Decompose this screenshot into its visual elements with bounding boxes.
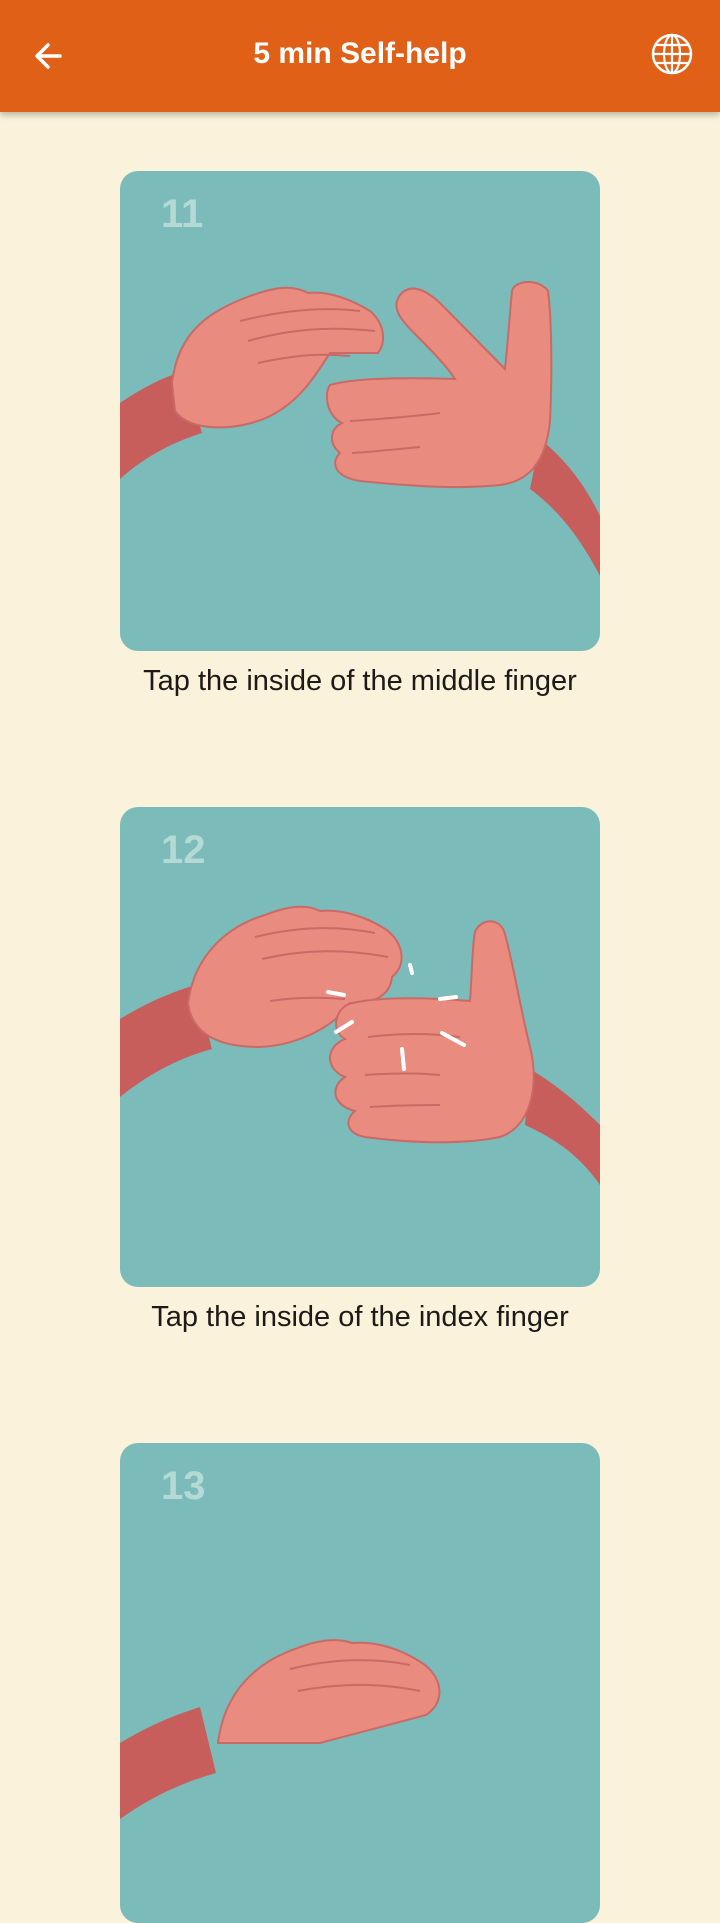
step-illustration: 12 — [120, 807, 600, 1287]
page-title: 5 min Self-help — [253, 37, 467, 70]
step-caption: Tap the inside of the middle finger — [143, 665, 577, 697]
top-app-bar: 5 min Self-help — [0, 0, 720, 112]
step-illustration: 11 — [120, 171, 600, 651]
step-illustration: 13 — [120, 1443, 600, 1923]
step-number: 12 — [161, 828, 206, 872]
tapping-hands-illustration — [120, 905, 600, 1185]
tapping-hands-illustration — [120, 281, 600, 576]
step-item: 12 Tap the inside of the index finger — [120, 807, 600, 1333]
step-item: 13 — [120, 1443, 600, 1923]
tapping-hands-illustration — [120, 1639, 441, 1819]
language-button[interactable] — [646, 28, 698, 80]
globe-icon — [651, 33, 693, 75]
step-caption: Tap the inside of the index finger — [151, 1301, 569, 1333]
step-number: 13 — [161, 1464, 206, 1508]
step-number: 11 — [161, 192, 204, 236]
step-item: 11 Tap the inside of the middle finger — [120, 171, 600, 697]
